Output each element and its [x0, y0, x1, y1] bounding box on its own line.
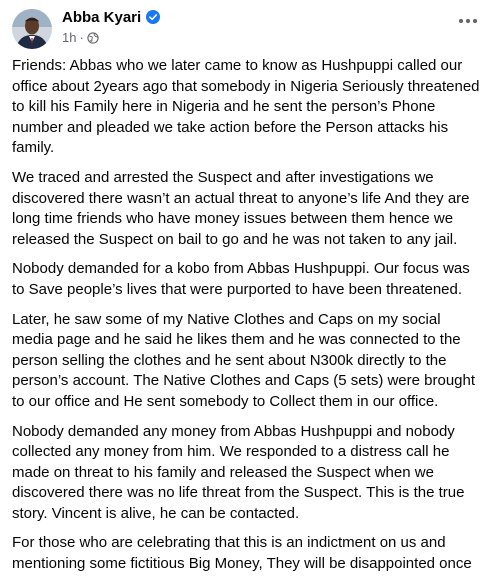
post-paragraph: Later, he saw some of my Native Clothes …	[12, 310, 476, 410]
more-options-icon	[458, 18, 478, 24]
post-paragraph: For those who are celebrating that this …	[12, 534, 472, 573]
globe-icon[interactable]	[87, 32, 99, 44]
post-body: Friends: Abbas who we later came to know…	[12, 56, 484, 584]
post-paragraph: Nobody demanded for a kobo from Abbas Hu…	[12, 260, 470, 298]
author-name[interactable]: Abba Kyari	[62, 9, 161, 27]
post-timestamp[interactable]: 1h	[62, 30, 76, 45]
post-meta: 1h ·	[62, 30, 99, 46]
avatar-image	[12, 9, 52, 49]
post-paragraph: Nobody demanded any money from Abbas Hus…	[12, 422, 465, 522]
meta-separator: ·	[79, 30, 84, 45]
post-paragraph: We traced and arrested the Suspect and a…	[12, 168, 470, 248]
post-header: Abba Kyari 1h ·	[0, 0, 494, 52]
author-avatar[interactable]	[12, 9, 52, 49]
author-name-text[interactable]: Abba Kyari	[62, 9, 141, 26]
more-options-button[interactable]	[454, 10, 482, 32]
post-paragraph: Friends: Abbas who we later came to know…	[12, 57, 480, 157]
verified-badge-icon	[146, 10, 161, 24]
